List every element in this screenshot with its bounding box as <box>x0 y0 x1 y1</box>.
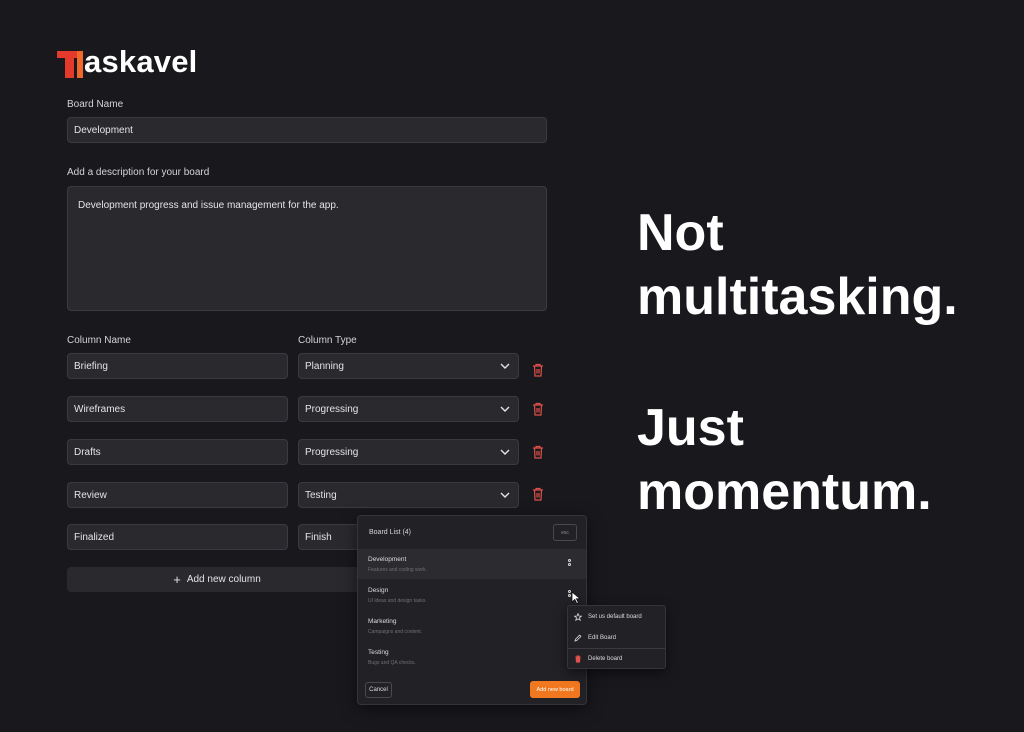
description-value: Development progress and issue managemen… <box>78 200 339 211</box>
description-textarea[interactable]: Development progress and issue managemen… <box>67 186 547 311</box>
column-name-value: Wireframes <box>74 403 126 415</box>
logo-text: askavel <box>84 44 198 79</box>
pencil-icon <box>574 634 582 642</box>
column-name-value: Drafts <box>74 446 101 458</box>
delete-board-label: Delete board <box>588 656 623 662</box>
board-item-design[interactable]: Design UI ideas and design tasks. <box>358 580 586 610</box>
board-name: Development <box>368 556 407 563</box>
column-name-header: Column Name <box>67 335 131 346</box>
column-name-value: Briefing <box>74 360 108 372</box>
board-desc: Campaigns and content. <box>368 629 423 635</box>
board-name: Marketing <box>368 618 397 625</box>
set-default-label: Set us default board <box>588 614 642 620</box>
board-list-title: Board List (4) <box>369 529 412 536</box>
chevron-down-icon <box>500 363 510 369</box>
board-name-input[interactable]: Development <box>67 117 547 143</box>
add-column-button[interactable]: + Add new column <box>67 567 367 592</box>
chevron-down-icon <box>500 406 510 412</box>
tagline-line-4: momentum. <box>637 463 932 521</box>
board-name-value: Development <box>74 124 133 136</box>
board-list-modal: Board List (4) esc Development Features … <box>357 515 587 705</box>
tagline-line-3: Just <box>637 399 744 457</box>
column-type-value: Finish <box>305 531 332 543</box>
cancel-button[interactable]: Cancel <box>365 682 392 698</box>
edit-board-menu-item[interactable]: Edit Board <box>574 634 616 642</box>
board-item-marketing[interactable]: Marketing Campaigns and content. <box>358 611 586 641</box>
trash-icon[interactable] <box>530 486 546 502</box>
mouse-cursor-icon <box>571 591 582 605</box>
menu-divider <box>568 648 665 649</box>
star-icon <box>574 613 582 621</box>
column-name-input[interactable]: Briefing <box>67 353 288 379</box>
board-context-menu: Set us default board Edit Board Delete b… <box>567 605 666 669</box>
column-type-value: Testing <box>305 489 337 501</box>
column-type-header: Column Type <box>298 335 357 346</box>
plus-icon: + <box>173 571 181 587</box>
trash-icon <box>575 655 581 663</box>
board-item-development[interactable]: Development Features and coding work. <box>358 549 586 579</box>
column-type-value: Planning <box>305 360 344 372</box>
column-type-select[interactable]: Testing <box>298 482 519 508</box>
board-name-label: Board Name <box>67 99 124 110</box>
add-column-label: Add new column <box>186 574 261 585</box>
board-desc: Features and coding work. <box>368 567 427 573</box>
tagline-line-2: multitasking. <box>637 268 958 326</box>
board-desc: Bugs and QA checks. <box>368 660 416 666</box>
delete-board-menu-item[interactable]: Delete board <box>574 655 622 663</box>
trash-icon[interactable] <box>530 401 546 417</box>
chevron-down-icon <box>500 449 510 455</box>
set-default-menu-item[interactable]: Set us default board <box>574 613 642 621</box>
column-type-select[interactable]: Progressing <box>298 439 519 465</box>
column-name-value: Review <box>74 489 107 501</box>
logo-mark-icon <box>57 48 83 78</box>
trash-icon[interactable] <box>530 444 546 460</box>
trash-icon[interactable] <box>530 362 546 378</box>
board-name: Design <box>368 587 389 594</box>
app-logo: askavel <box>57 42 197 78</box>
column-name-input[interactable]: Finalized <box>67 524 288 550</box>
more-options-icon[interactable] <box>568 559 572 571</box>
column-name-input[interactable]: Drafts <box>67 439 288 465</box>
column-type-value: Progressing <box>305 446 359 458</box>
column-name-input[interactable]: Wireframes <box>67 396 288 422</box>
column-name-value: Finalized <box>74 531 115 543</box>
add-board-button[interactable]: Add new board <box>530 681 580 698</box>
column-type-select[interactable]: Planning <box>298 353 519 379</box>
board-item-testing[interactable]: Testing Bugs and QA checks. <box>358 642 586 672</box>
column-name-input[interactable]: Review <box>67 482 288 508</box>
column-type-value: Progressing <box>305 403 359 415</box>
column-type-select[interactable]: Progressing <box>298 396 519 422</box>
tagline-line-1: Not <box>637 204 724 262</box>
chevron-down-icon <box>500 492 510 498</box>
board-name: Testing <box>368 649 389 656</box>
board-desc: UI ideas and design tasks. <box>368 598 427 604</box>
edit-board-label: Edit Board <box>588 635 617 641</box>
esc-button[interactable]: esc <box>553 524 577 541</box>
description-label: Add a description for your board <box>67 167 210 178</box>
